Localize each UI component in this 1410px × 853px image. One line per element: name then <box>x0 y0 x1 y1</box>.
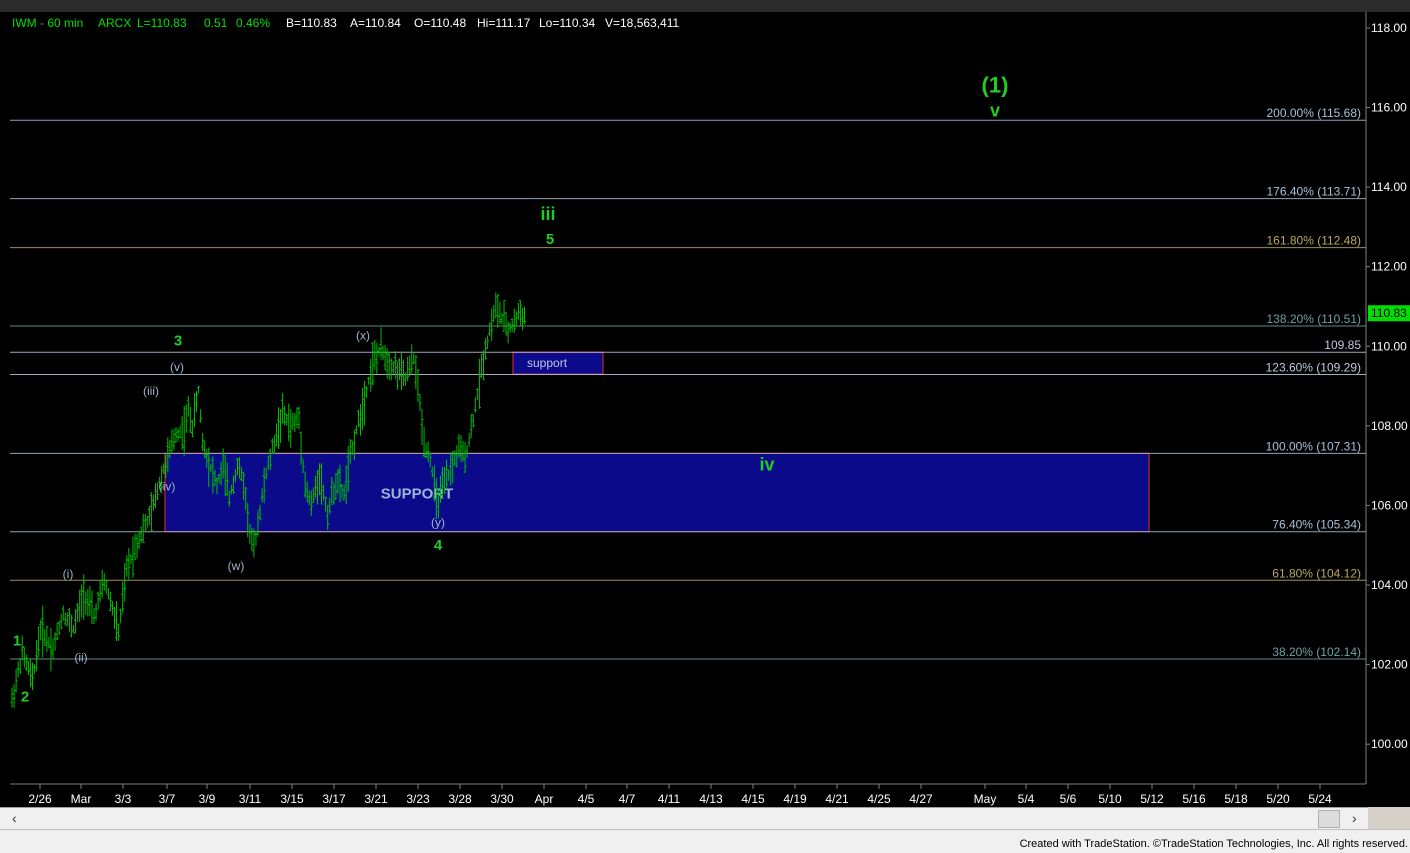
x-tick-label-29: 5/18 <box>1224 792 1248 806</box>
x-tick-label-17: 4/13 <box>699 792 723 806</box>
wave-label-2: 3 <box>174 332 182 349</box>
y-tick-label-6: 112.00 <box>1371 260 1407 274</box>
high-price: Hi=111.17 <box>477 16 531 30</box>
x-tick-label-8: 3/17 <box>322 792 346 806</box>
y-tick-label-0: 100.00 <box>1371 737 1408 751</box>
x-tick-label-5: 3/9 <box>199 792 216 806</box>
wave-label-15: (x) <box>356 328 370 342</box>
window-title-bar <box>0 0 1410 12</box>
wave-label-11: (iii) <box>143 384 159 398</box>
symbol-label: IWM - 60 min <box>12 16 83 30</box>
x-tick-label-20: 4/21 <box>825 792 849 806</box>
support-zone-small-label: support <box>527 356 568 370</box>
x-tick-label-18: 4/15 <box>741 792 765 806</box>
y-tick-label-9: 118.00 <box>1371 21 1407 35</box>
x-tick-label-23: May <box>974 792 997 806</box>
x-tick-label-27: 5/12 <box>1140 792 1164 806</box>
x-tick-label-4: 3/7 <box>159 792 176 806</box>
wave-label-12: (iv) <box>159 480 176 494</box>
x-tick-label-16: 4/11 <box>658 792 681 806</box>
x-tick-label-2: 3/3 <box>115 792 132 806</box>
fib-label-0: 200.00% (115.68) <box>1266 106 1361 120</box>
scroll-right-icon[interactable]: › <box>1352 811 1357 825</box>
x-tick-label-7: 3/15 <box>280 792 304 806</box>
bid-price: B=110.83 <box>286 16 337 30</box>
fib-label-3: 138.20% (110.51) <box>1266 312 1361 326</box>
x-tick-label-0: 2/26 <box>28 792 52 806</box>
y-tick-label-1: 102.00 <box>1371 658 1408 672</box>
x-tick-label-15: 4/7 <box>619 792 636 806</box>
exchange-label: ARCX <box>98 16 131 30</box>
fib-label-4: 109.85 <box>1324 338 1361 352</box>
fib-label-1: 176.40% (113.71) <box>1266 185 1361 199</box>
x-tick-label-26: 5/10 <box>1098 792 1122 806</box>
y-tick-label-4: 108.00 <box>1371 419 1408 433</box>
x-tick-label-14: 4/5 <box>578 792 595 806</box>
wave-label-3: 4 <box>434 537 443 554</box>
y-tick-label-8: 116.00 <box>1371 101 1407 115</box>
y-tick-label-7: 114.00 <box>1371 180 1407 194</box>
x-axis: 2/26 Mar 3/3 3/7 3/9 3/11 3/15 3/17 3/21 3/23 3/28… <box>28 784 1332 806</box>
wave-label-16: (y) <box>431 515 445 529</box>
wave-label-6: iv <box>759 455 774 475</box>
open-price: O=110.48 <box>414 16 466 30</box>
horizontal-scrollbar[interactable]: ‹ › <box>0 807 1368 830</box>
net-change: 0.51 <box>204 16 228 30</box>
x-tick-label-1: Mar <box>71 792 92 806</box>
x-tick-label-31: 5/24 <box>1308 792 1332 806</box>
x-tick-label-24: 5/4 <box>1018 792 1035 806</box>
wave-label-8: v <box>990 100 1000 120</box>
scroll-left-icon[interactable]: ‹ <box>12 811 17 825</box>
wave-label-0: 1 <box>13 633 21 650</box>
x-tick-label-22: 4/27 <box>909 792 933 806</box>
fib-label-8: 61.80% (104.12) <box>1272 566 1361 580</box>
last-price-marker-label: 110.83 <box>1371 306 1407 320</box>
x-tick-label-10: 3/23 <box>406 792 430 806</box>
support-zone-large <box>164 452 1150 533</box>
x-tick-label-9: 3/21 <box>364 792 388 806</box>
wave-label-13: (v) <box>170 360 184 374</box>
x-tick-label-11: 3/28 <box>448 792 472 806</box>
wave-label-10: (ii) <box>74 651 87 665</box>
y-tick-label-5: 110.00 <box>1371 339 1407 353</box>
wave-label-4: 5 <box>546 231 554 248</box>
x-tick-label-28: 5/16 <box>1182 792 1206 806</box>
y-tick-label-2: 104.00 <box>1371 578 1408 592</box>
wave-label-5: iii <box>540 204 555 224</box>
ask-price: A=110.84 <box>350 16 401 30</box>
wave-label-14: (w) <box>228 559 245 573</box>
support-zones: SUPPORTsupport <box>164 351 1150 533</box>
fib-label-2: 161.80% (112.48) <box>1266 234 1361 248</box>
x-tick-label-12: 3/30 <box>490 792 514 806</box>
chart-area[interactable]: SUPPORT support 200.00% (115.68) 176.40% (… <box>0 12 1410 807</box>
wave-label-7: (1) <box>982 73 1009 98</box>
x-tick-label-13: Apr <box>535 792 554 806</box>
x-tick-label-6: 3/11 <box>239 792 262 806</box>
low-price: Lo=110.34 <box>539 16 595 30</box>
wave-label-1: 2 <box>21 688 29 705</box>
fib-label-5: 123.60% (109.29) <box>1266 361 1361 375</box>
fib-label-7: 76.40% (105.34) <box>1272 518 1361 532</box>
price-chart[interactable]: SUPPORTsupport 200.00% (115.68)176.40% (… <box>0 12 1410 807</box>
last-price: L=110.83 <box>137 16 187 30</box>
wave-label-9: (i) <box>63 567 74 581</box>
grid-layer <box>10 12 1367 785</box>
y-tick-label-3: 106.00 <box>1371 498 1408 512</box>
y-axis: 100.00 102.00 104.00 106.00 108.00 110.00 112.… <box>1366 21 1410 751</box>
wave-labels: 1 2 3 4 5 iii iv (1)v (i) (ii) (iii) (iv) (v) (w) (x) (… <box>13 73 1009 706</box>
copyright-credit: Created with TradeStation. ©TradeStation… <box>1019 838 1408 850</box>
x-tick-label-25: 5/6 <box>1060 792 1077 806</box>
scroll-thumb[interactable] <box>1318 810 1340 828</box>
fib-label-9: 38.20% (102.14) <box>1272 645 1361 659</box>
volume: V=18,563,411 <box>605 16 680 30</box>
fibonacci-levels: 200.00% (115.68)176.40% (113.71)161.80% … <box>10 106 1366 660</box>
symbol-header: IWM - 60 min ARCX L=110.83 0.51 0.46% B=… <box>12 16 680 30</box>
x-tick-label-19: 4/19 <box>783 792 807 806</box>
x-tick-label-30: 5/20 <box>1266 792 1290 806</box>
pct-change: 0.46% <box>236 16 270 30</box>
fib-label-6: 100.00% (107.31) <box>1266 439 1361 453</box>
x-tick-label-21: 4/25 <box>867 792 891 806</box>
